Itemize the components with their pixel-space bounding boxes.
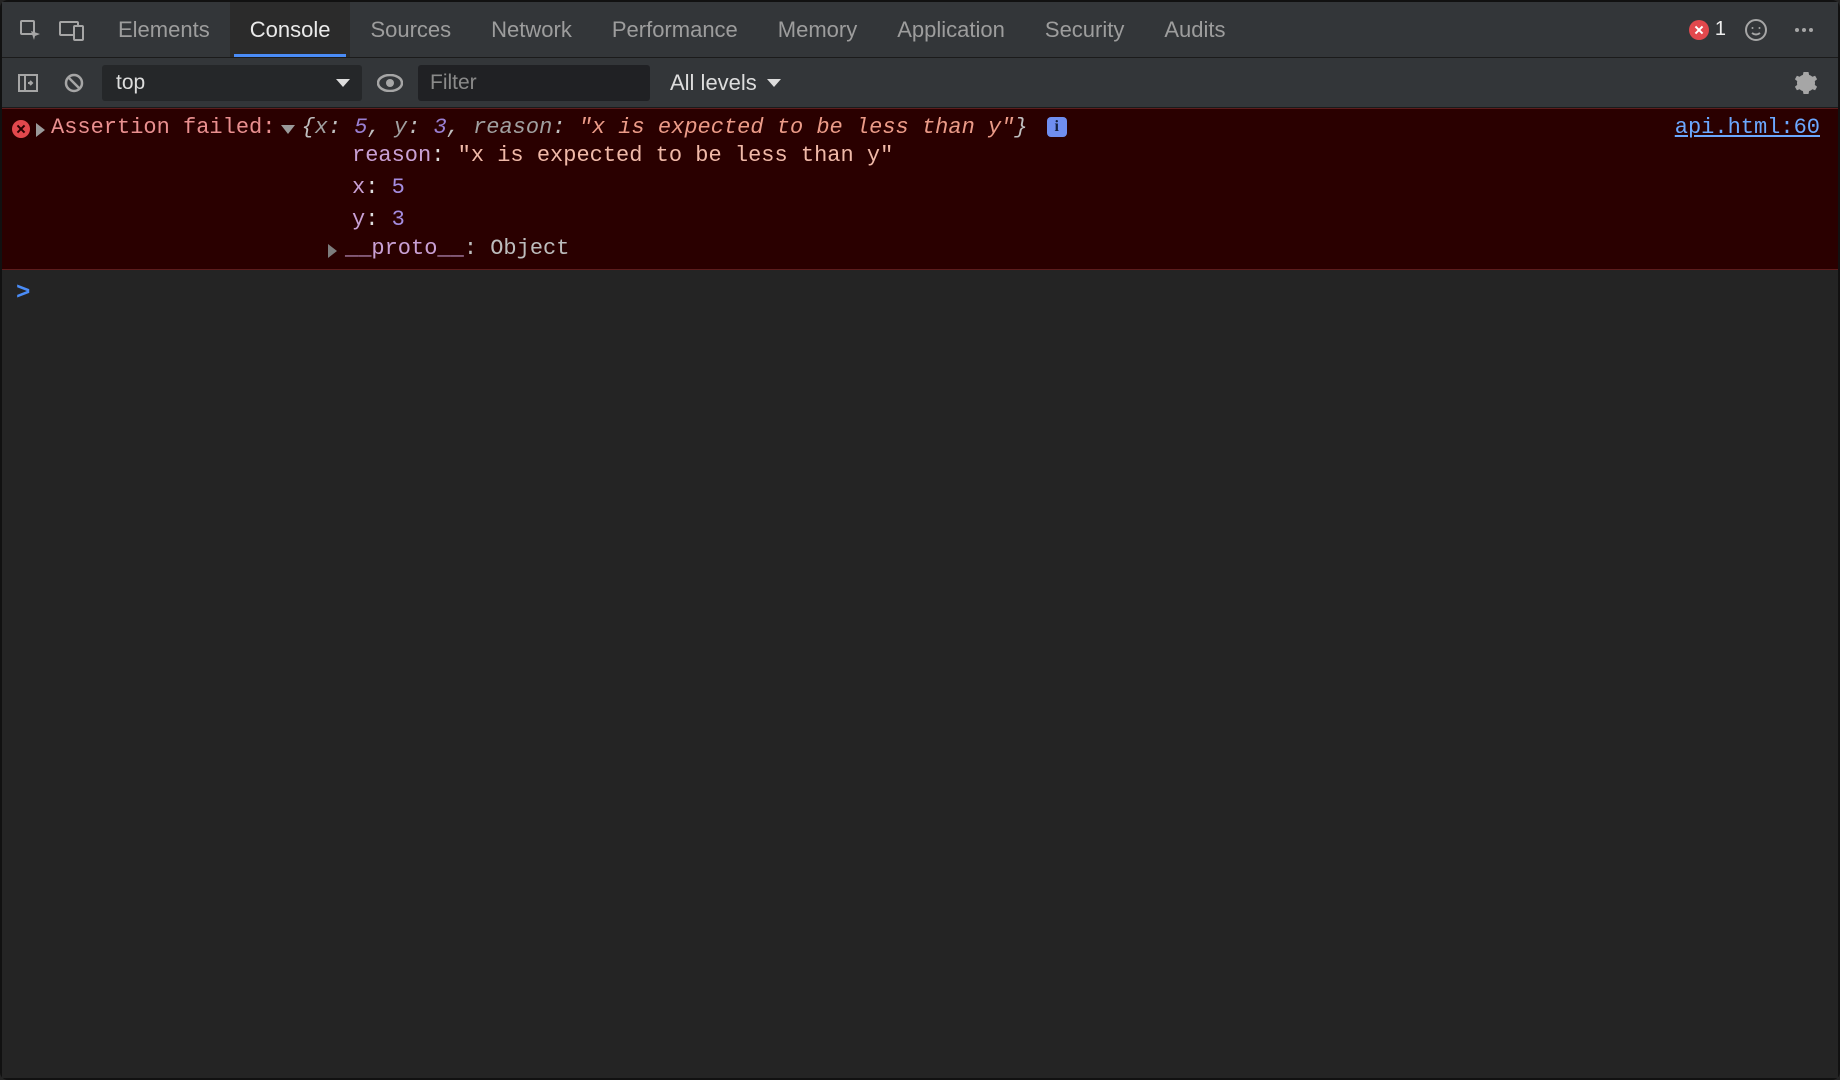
console-output: api.html:60 Assertion failed: {x: 5, y: … xyxy=(2,108,1838,1078)
error-count: 1 xyxy=(1715,18,1726,41)
object-expand-toggle-icon[interactable] xyxy=(281,125,295,134)
context-selector[interactable]: top xyxy=(102,65,362,101)
console-sidebar-toggle-icon[interactable] xyxy=(10,65,46,101)
clear-console-icon[interactable] xyxy=(56,65,92,101)
inspect-element-icon[interactable] xyxy=(12,12,48,48)
live-expression-icon[interactable] xyxy=(372,65,408,101)
tab-network[interactable]: Network xyxy=(471,2,592,57)
console-prompt[interactable]: > xyxy=(2,270,1838,317)
expand-toggle-icon[interactable] xyxy=(36,123,45,137)
tab-elements[interactable]: Elements xyxy=(98,2,230,57)
devtools-panel: ElementsConsoleSourcesNetworkPerformance… xyxy=(0,0,1840,1080)
devtools-tabs: ElementsConsoleSourcesNetworkPerformance… xyxy=(98,2,1246,57)
console-settings-icon[interactable] xyxy=(1788,65,1824,101)
tab-sources[interactable]: Sources xyxy=(350,2,471,57)
tab-audits[interactable]: Audits xyxy=(1144,2,1245,57)
chevron-down-icon xyxy=(336,79,350,87)
tab-application[interactable]: Application xyxy=(877,2,1025,57)
error-icon xyxy=(1689,20,1709,40)
device-toolbar-icon[interactable] xyxy=(54,12,90,48)
tab-security[interactable]: Security xyxy=(1025,2,1144,57)
more-menu-icon[interactable] xyxy=(1786,12,1822,48)
assertion-label: Assertion failed: xyxy=(51,115,275,140)
object-prop-reason: reason: "x is expected to be less than y… xyxy=(352,140,1828,172)
filter-input[interactable] xyxy=(418,65,650,101)
expand-toggle-icon[interactable] xyxy=(328,244,337,258)
devtools-tabs-bar: ElementsConsoleSourcesNetworkPerformance… xyxy=(2,2,1838,58)
log-levels-selector[interactable]: All levels xyxy=(660,70,791,96)
prompt-caret-icon: > xyxy=(16,280,30,307)
tab-console[interactable]: Console xyxy=(230,2,351,57)
object-expanded-properties: reason: "x is expected to be less than y… xyxy=(12,140,1828,236)
feedback-smile-icon[interactable] xyxy=(1738,12,1774,48)
source-link[interactable]: api.html:60 xyxy=(1675,115,1820,140)
object-prop-x: x: 5 xyxy=(352,172,1828,204)
object-preview: {x: 5, y: 3, reason: "x is expected to b… xyxy=(301,115,1066,140)
object-prop-y: y: 3 xyxy=(352,204,1828,236)
info-icon[interactable]: i xyxy=(1047,117,1067,137)
console-toolbar: top All levels xyxy=(2,58,1838,108)
log-levels-label: All levels xyxy=(670,70,757,96)
context-selector-value: top xyxy=(116,71,145,95)
console-error-entry[interactable]: api.html:60 Assertion failed: {x: 5, y: … xyxy=(2,108,1838,270)
error-count-badge[interactable]: 1 xyxy=(1689,18,1726,41)
tab-performance[interactable]: Performance xyxy=(592,2,758,57)
object-prop-proto[interactable]: __proto__: Object xyxy=(12,236,1828,261)
chevron-down-icon xyxy=(767,79,781,87)
tab-memory[interactable]: Memory xyxy=(758,2,877,57)
error-icon xyxy=(12,120,30,138)
